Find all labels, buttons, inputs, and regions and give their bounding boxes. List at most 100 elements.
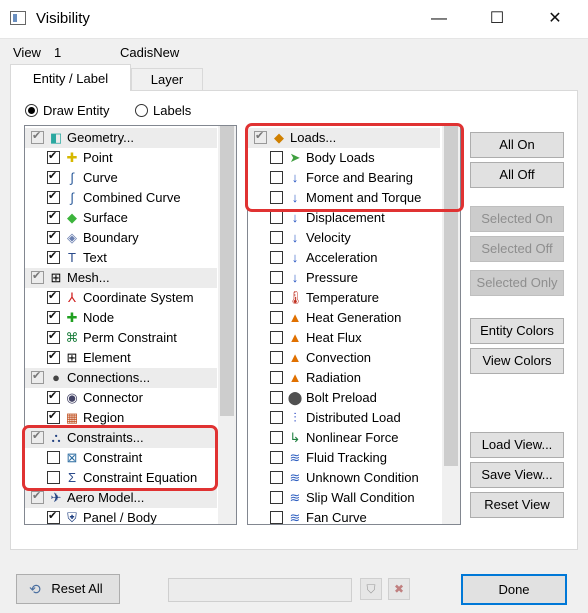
- left-row-text[interactable]: T Text: [25, 248, 217, 268]
- combined-curve-checkbox[interactable]: [47, 189, 60, 204]
- selected-on-button[interactable]: Selected On: [470, 206, 564, 232]
- right-row-heat-flux[interactable]: ▲ Heat Flux: [248, 328, 440, 348]
- acceleration-checkbox[interactable]: [270, 251, 283, 264]
- element-checkbox[interactable]: [47, 349, 60, 364]
- right-row-pressure[interactable]: ↓ Pressure: [248, 268, 440, 288]
- left-row-connections[interactable]: ● Connections...: [25, 368, 217, 388]
- entity-colors-button[interactable]: Entity Colors: [470, 318, 564, 344]
- filter-icon[interactable]: ⛉: [360, 578, 382, 600]
- tab-entity-label[interactable]: Entity / Label: [10, 64, 131, 91]
- heat-flux-label: Heat Flux: [306, 330, 362, 345]
- connector-checkbox[interactable]: [47, 389, 60, 404]
- right-row-heat-generation[interactable]: ▲ Heat Generation: [248, 308, 440, 328]
- fan-curve-icon: ≋: [289, 510, 301, 525]
- curve-checkbox[interactable]: [47, 169, 60, 184]
- fan-curve-checkbox[interactable]: [270, 511, 283, 524]
- right-row-acceleration[interactable]: ↓ Acceleration: [248, 248, 440, 268]
- region-checkbox[interactable]: [47, 409, 60, 424]
- right-row-slip-wall-condition[interactable]: ≋ Slip Wall Condition: [248, 488, 440, 508]
- left-row-panel-body[interactable]: ⛨ Panel / Body: [25, 508, 217, 524]
- right-row-unknown-condition[interactable]: ≋ Unknown Condition: [248, 468, 440, 488]
- selected-only-button[interactable]: Selected Only: [470, 270, 564, 296]
- all-on-button[interactable]: All On: [470, 132, 564, 158]
- boundary-checkbox[interactable]: [47, 229, 60, 244]
- node-checkbox[interactable]: [47, 309, 60, 324]
- draw-entity-radio[interactable]: [25, 104, 38, 117]
- left-list-scrollbar[interactable]: [218, 126, 236, 524]
- text-checkbox[interactable]: [47, 249, 60, 264]
- left-row-curve[interactable]: ∫ Curve: [25, 168, 217, 188]
- temperature-checkbox[interactable]: [270, 291, 283, 304]
- maximize-button[interactable]: ☐: [474, 0, 520, 38]
- bolt-preload-checkbox[interactable]: [270, 391, 283, 404]
- right-row-nonlinear-force[interactable]: ↳ Nonlinear Force: [248, 428, 440, 448]
- acceleration-icon: ↓: [291, 250, 299, 265]
- perm-constraint-checkbox[interactable]: [47, 329, 60, 344]
- heat-generation-checkbox[interactable]: [270, 311, 283, 324]
- left-row-coordinate-system[interactable]: ⅄ Coordinate System: [25, 288, 217, 308]
- distributed-load-checkbox[interactable]: [270, 411, 283, 424]
- perm-constraint-label: Perm Constraint: [83, 330, 177, 345]
- load-view-button[interactable]: Load View...: [470, 432, 564, 458]
- unknown-condition-checkbox[interactable]: [270, 471, 283, 484]
- tab-layer[interactable]: Layer: [131, 68, 203, 90]
- left-row-surface[interactable]: ◆ Surface: [25, 208, 217, 228]
- left-list-scroll-thumb[interactable]: [220, 126, 234, 416]
- point-checkbox[interactable]: [47, 149, 60, 164]
- left-row-node[interactable]: ✚ Node: [25, 308, 217, 328]
- all-off-button[interactable]: All Off: [470, 162, 564, 188]
- aero-model-label: Aero Model...: [67, 490, 145, 505]
- left-row-aero-model[interactable]: ✈ Aero Model...: [25, 488, 217, 508]
- save-view-button[interactable]: Save View...: [470, 462, 564, 488]
- pressure-checkbox[interactable]: [270, 271, 283, 284]
- minimize-button[interactable]: —: [416, 0, 462, 38]
- slip-wall-condition-checkbox[interactable]: [270, 491, 283, 504]
- reset-view-button[interactable]: Reset View: [470, 492, 564, 518]
- radiation-checkbox[interactable]: [270, 371, 283, 384]
- displacement-checkbox[interactable]: [270, 211, 283, 224]
- title-bar: Visibility — ☐ ✕: [0, 0, 588, 39]
- clear-filter-icon[interactable]: ✖: [388, 578, 410, 600]
- right-row-fan-curve[interactable]: ≋ Fan Curve: [248, 508, 440, 525]
- close-button[interactable]: ✕: [532, 0, 578, 38]
- left-row-combined-curve[interactable]: ∫ Combined Curve: [25, 188, 217, 208]
- fluid-tracking-icon: ≋: [289, 450, 301, 465]
- done-button[interactable]: Done: [461, 574, 567, 605]
- panel-body-checkbox[interactable]: [47, 509, 60, 524]
- geometry-checkbox[interactable]: [31, 129, 44, 144]
- selected-off-button[interactable]: Selected Off: [470, 236, 564, 262]
- fan-curve-label: Fan Curve: [306, 510, 367, 525]
- fluid-tracking-checkbox[interactable]: [270, 451, 283, 464]
- reset-all-button[interactable]: ⟲ Reset All: [16, 574, 120, 604]
- left-row-geometry[interactable]: ◧ Geometry...: [25, 128, 217, 148]
- left-row-boundary[interactable]: ◈ Boundary: [25, 228, 217, 248]
- surface-checkbox[interactable]: [47, 209, 60, 224]
- mesh-label: Mesh...: [67, 270, 110, 285]
- velocity-checkbox[interactable]: [270, 231, 283, 244]
- left-row-connector[interactable]: ◉ Connector: [25, 388, 217, 408]
- labels-radio[interactable]: [135, 104, 148, 117]
- coordinate-system-checkbox[interactable]: [47, 289, 60, 304]
- left-row-perm-constraint[interactable]: ⌘ Perm Constraint: [25, 328, 217, 348]
- right-row-distributed-load[interactable]: ⫶ Distributed Load: [248, 408, 440, 428]
- right-row-velocity[interactable]: ↓ Velocity: [248, 228, 440, 248]
- distributed-load-icon: ⫶: [293, 410, 297, 425]
- mesh-checkbox[interactable]: [31, 269, 44, 284]
- window-icon: [10, 11, 26, 25]
- right-row-fluid-tracking[interactable]: ≋ Fluid Tracking: [248, 448, 440, 468]
- left-row-mesh[interactable]: ⊞ Mesh...: [25, 268, 217, 288]
- left-row-point[interactable]: ✚ Point: [25, 148, 217, 168]
- right-row-convection[interactable]: ▲ Convection: [248, 348, 440, 368]
- right-row-radiation[interactable]: ▲ Radiation: [248, 368, 440, 388]
- heat-flux-checkbox[interactable]: [270, 331, 283, 344]
- left-row-element[interactable]: ⊞ Element: [25, 348, 217, 368]
- connections-checkbox[interactable]: [31, 369, 44, 384]
- nonlinear-force-checkbox[interactable]: [270, 431, 283, 444]
- nonlinear-force-icon: ↳: [289, 430, 301, 445]
- right-row-bolt-preload[interactable]: ⬤ Bolt Preload: [248, 388, 440, 408]
- labels-radio-label: Labels: [153, 103, 192, 118]
- convection-checkbox[interactable]: [270, 351, 283, 364]
- right-row-temperature[interactable]: 🌡 Temperature: [248, 288, 440, 308]
- view-colors-button[interactable]: View Colors: [470, 348, 564, 374]
- aero-model-checkbox[interactable]: [31, 489, 44, 504]
